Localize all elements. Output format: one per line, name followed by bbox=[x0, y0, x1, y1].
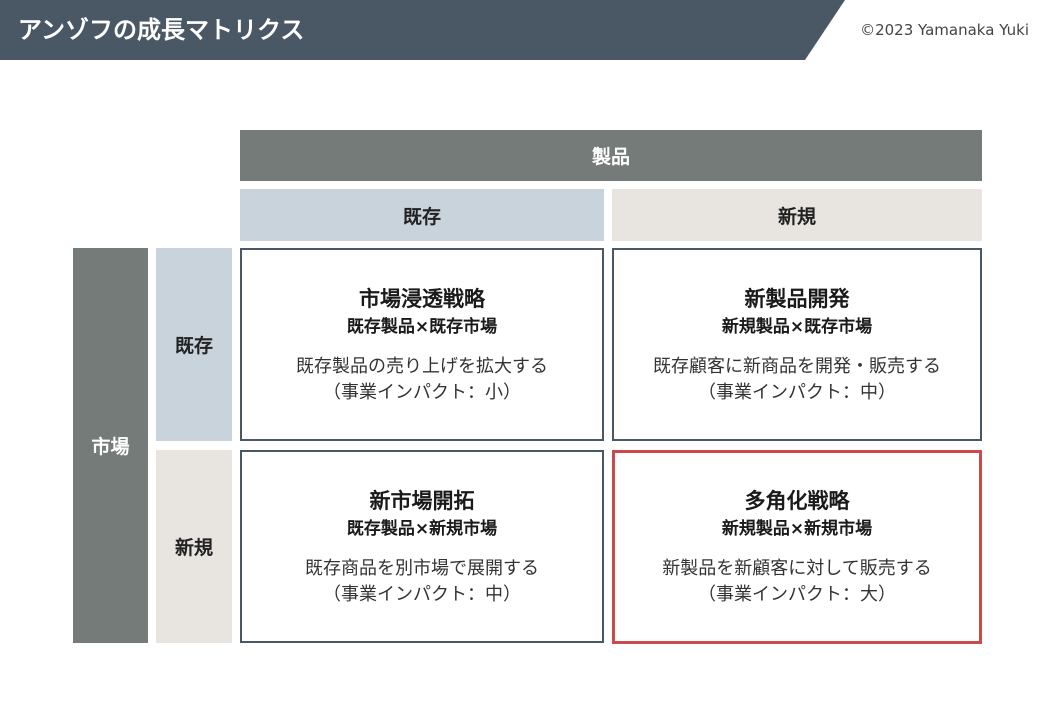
product-axis-header: 製品 bbox=[240, 130, 982, 181]
column-label-existing: 既存 bbox=[402, 205, 441, 228]
product-axis-label: 製品 bbox=[591, 146, 630, 168]
strategy-combination: 既存製品×新規市場 bbox=[346, 518, 498, 539]
market-axis-header: 市場 bbox=[73, 248, 148, 643]
strategy-name: 多角化戦略 bbox=[744, 489, 850, 513]
strategy-combination: 新規製品×既存市場 bbox=[721, 316, 873, 337]
strategy-impact: （事業インパクト：中） bbox=[323, 583, 521, 605]
column-header-existing: 既存 bbox=[240, 189, 604, 241]
copyright-text: ©2023 Yamanaka Yuki bbox=[860, 21, 1029, 39]
strategy-description: 新製品を新顧客に対して販売する bbox=[662, 558, 932, 579]
strategy-name: 市場浸透戦略 bbox=[359, 286, 485, 311]
strategy-description: 既存顧客に新商品を開発・販売する bbox=[653, 355, 941, 377]
strategy-impact: （事業インパクト：中） bbox=[698, 381, 896, 403]
strategy-impact: （事業インパクト：大） bbox=[698, 584, 896, 605]
strategy-description: 既存製品の売り上げを拡大する bbox=[296, 355, 548, 377]
title-bar: アンゾフの成長マトリクス ©2023 Yamanaka Yuki bbox=[0, 0, 1055, 60]
strategy-impact: （事業インパクト：小） bbox=[323, 381, 521, 403]
strategy-name: 新製品開発 bbox=[744, 286, 850, 311]
strategy-combination: 既存製品×既存市場 bbox=[346, 316, 498, 337]
row-label-new: 新規 bbox=[174, 537, 213, 559]
row-header-new: 新規 bbox=[156, 450, 232, 643]
strategy-description: 既存商品を別市場で展開する bbox=[305, 557, 539, 579]
market-axis-label: 市場 bbox=[91, 436, 130, 458]
page-title: アンゾフの成長マトリクス bbox=[18, 16, 305, 44]
cell-product-development: 新製品開発 新規製品×既存市場 既存顧客に新商品を開発・販売する （事業インパク… bbox=[612, 248, 982, 441]
row-header-existing: 既存 bbox=[156, 248, 232, 441]
cell-diversification: 多角化戦略 新規製品×新規市場 新製品を新顧客に対して販売する （事業インパクト… bbox=[612, 450, 982, 644]
row-label-existing: 既存 bbox=[174, 335, 213, 357]
strategy-combination: 新規製品×新規市場 bbox=[721, 519, 873, 539]
column-label-new: 新規 bbox=[777, 205, 816, 228]
cell-market-development: 新市場開拓 既存製品×新規市場 既存商品を別市場で展開する （事業インパクト：中… bbox=[240, 450, 604, 643]
column-header-new: 新規 bbox=[612, 189, 982, 241]
cell-market-penetration: 市場浸透戦略 既存製品×既存市場 既存製品の売り上げを拡大する （事業インパクト… bbox=[240, 248, 604, 441]
strategy-name: 新市場開拓 bbox=[369, 488, 475, 513]
